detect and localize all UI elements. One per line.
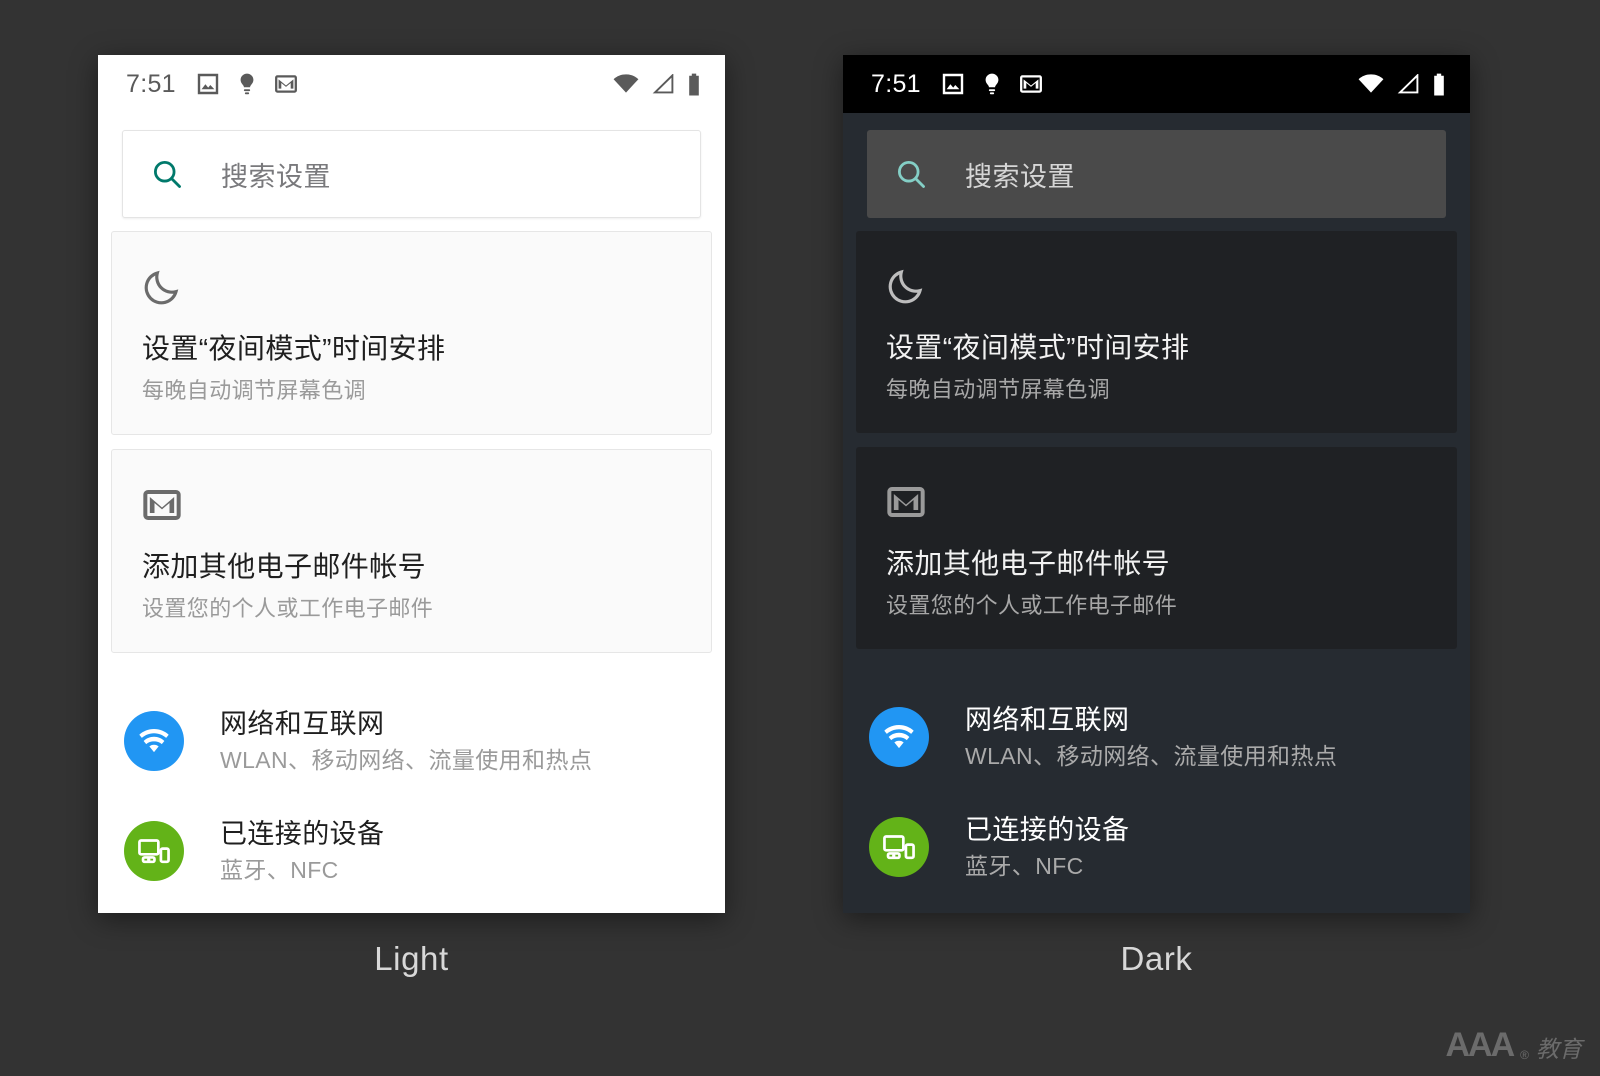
battery-icon [689,73,699,95]
phone-mockup-dark: 7:51 搜索设置 设置“夜间模式”时间安排 每晚自动调节屏幕色调 添加其他电子… [843,55,1470,913]
signal-icon [1397,74,1419,94]
moon-icon [886,263,1427,309]
suggestion-card-subtitle: 每晚自动调节屏幕色调 [142,377,367,403]
settings-list-light: 网络和互联网 WLAN、移动网络、流量使用和热点 已连接的设备 蓝牙、NFC [98,667,725,906]
suggestion-card-add-email[interactable]: 添加其他电子邮件帐号 设置您的个人或工作电子邮件 [111,449,712,654]
status-bar-system-icons [1358,73,1446,96]
caption-light: Light [374,940,449,977]
list-item-connected-devices[interactable]: 已连接的设备 蓝牙、NFC [98,796,725,906]
list-item-title: 网络和互联网 [220,708,385,739]
status-bar-clock: 7:51 [126,69,176,98]
suggestion-card-title: 设置“夜间模式”时间安排 [142,333,446,364]
search-input[interactable]: 搜索设置 [867,130,1446,218]
suggestion-cards-light: 设置“夜间模式”时间安排 每晚自动调节屏幕色调 添加其他电子邮件帐号 设置您的个… [98,218,725,654]
devices-circle-icon [124,821,184,882]
suggestion-card-title: 添加其他电子邮件帐号 [142,551,427,583]
settings-list-dark: 网络和互联网 WLAN、移动网络、流量使用和热点 已连接的设备 蓝牙、NFC [843,663,1470,902]
status-bar-notification-icons [941,72,1043,96]
search-container-dark: 搜索设置 [843,113,1470,218]
list-item-connected-devices[interactable]: 已连接的设备 蓝牙、NFC [843,792,1470,902]
list-item-title: 已连接的设备 [965,814,1130,845]
status-bar-light: 7:51 [98,55,725,113]
watermark: AAA ® 教育 [1445,1028,1582,1062]
search-container-light: 搜索设置 [98,113,725,218]
list-item-subtitle: WLAN、移动网络、流量使用和热点 [965,743,1338,770]
search-icon [154,161,181,188]
list-item-subtitle: WLAN、移动网络、流量使用和热点 [220,747,593,774]
list-item-subtitle: 蓝牙、NFC [220,857,339,884]
signal-icon [652,74,674,94]
gmail-icon [274,75,297,93]
gmail-icon [142,482,681,528]
list-item-title: 网络和互联网 [965,704,1130,735]
suggestion-card-title: 添加其他电子邮件帐号 [886,548,1171,580]
image-icon [942,73,964,95]
suggestion-card-title: 设置“夜间模式”时间安排 [886,332,1190,363]
status-bar-system-icons [613,73,701,96]
wifi-circle-icon [124,711,184,772]
suggestion-card-add-email[interactable]: 添加其他电子邮件帐号 设置您的个人或工作电子邮件 [856,447,1457,650]
suggestion-card-night-mode[interactable]: 设置“夜间模式”时间安排 每晚自动调节屏幕色调 [111,231,712,436]
suggestion-card-subtitle: 设置您的个人或工作电子邮件 [886,592,1178,618]
list-item-texts: 已连接的设备 蓝牙、NFC [220,818,384,885]
moon-icon [142,264,681,310]
status-bar-dark: 7:51 [843,55,1470,113]
watermark-registered-icon: ® [1520,1048,1529,1062]
image-icon [197,73,219,95]
battery-icon [1434,73,1444,95]
suggestion-card-subtitle: 每晚自动调节屏幕色调 [886,376,1111,402]
suggestion-card-subtitle: 设置您的个人或工作电子邮件 [142,595,434,621]
wifi-circle-icon [869,707,929,768]
list-item-subtitle: 蓝牙、NFC [965,853,1084,880]
devices-circle-icon [869,817,929,878]
list-item-network[interactable]: 网络和互联网 WLAN、移动网络、流量使用和热点 [98,686,725,796]
search-placeholder: 搜索设置 [965,161,1075,192]
status-bar-clock: 7:51 [871,69,921,98]
caption-dark: Dark [1120,940,1193,977]
suggestion-card-night-mode[interactable]: 设置“夜间模式”时间安排 每晚自动调节屏幕色调 [856,231,1457,434]
lightbulb-icon [985,73,999,95]
watermark-suffix: 教育 [1536,1037,1582,1063]
list-item-title: 已连接的设备 [220,818,385,849]
comparison-stage: 7:51 搜索设置 设置“夜间模式”时间安排 每晚自动调节屏幕色调 添加其他电子… [0,0,1600,1076]
list-item-texts: 网络和互联网 WLAN、移动网络、流量使用和热点 [220,708,592,775]
status-bar-notification-icons [196,72,298,96]
watermark-brand: AAA [1445,1026,1515,1064]
search-placeholder: 搜索设置 [221,161,331,192]
wifi-icon [1358,74,1384,93]
list-item-texts: 网络和互联网 WLAN、移动网络、流量使用和热点 [965,704,1337,771]
phone-mockup-light: 7:51 搜索设置 设置“夜间模式”时间安排 每晚自动调节屏幕色调 添加其他电子… [98,55,725,913]
gmail-icon [886,479,1427,525]
wifi-icon [613,74,639,93]
search-icon [898,161,925,188]
gmail-icon [1019,75,1042,93]
suggestion-cards-dark: 设置“夜间模式”时间安排 每晚自动调节屏幕色调 添加其他电子邮件帐号 设置您的个… [843,218,1470,650]
list-item-texts: 已连接的设备 蓝牙、NFC [965,814,1129,881]
lightbulb-icon [240,73,254,95]
search-input[interactable]: 搜索设置 [122,130,701,218]
list-item-network[interactable]: 网络和互联网 WLAN、移动网络、流量使用和热点 [843,682,1470,792]
